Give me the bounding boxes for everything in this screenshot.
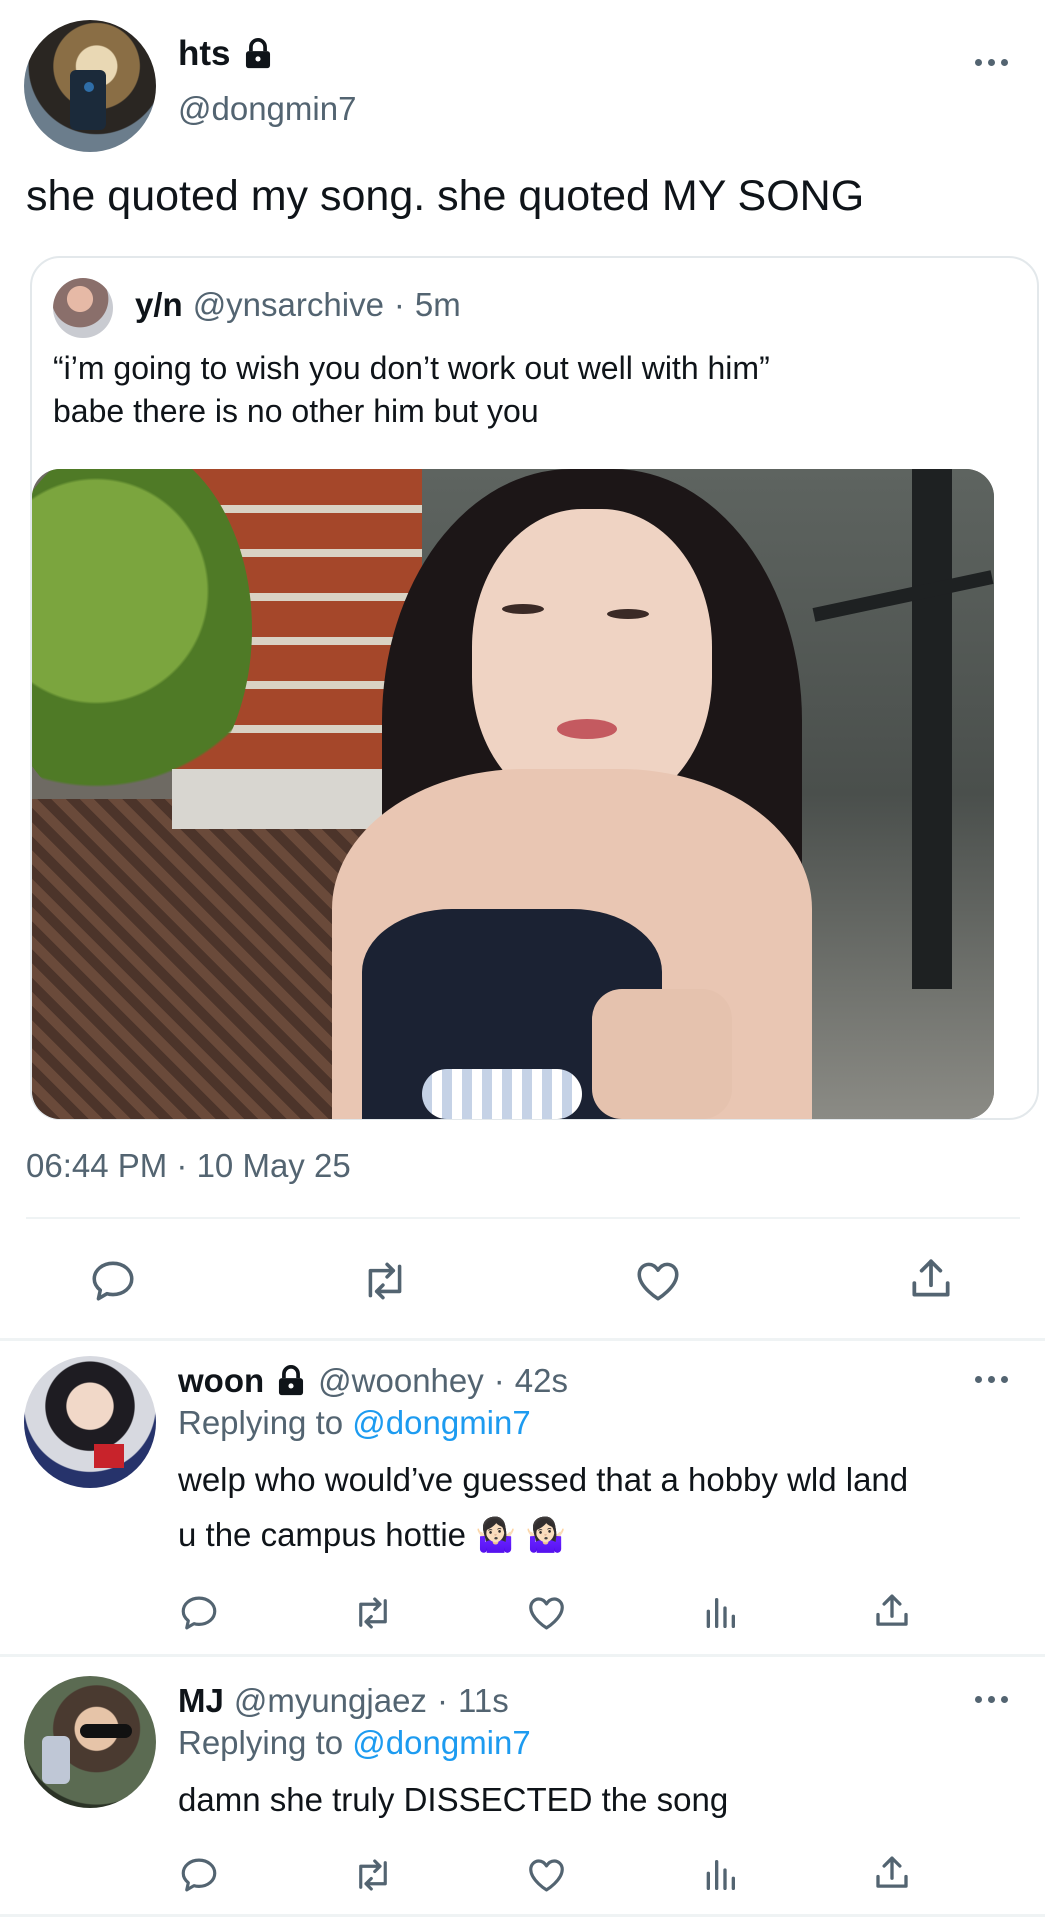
reply-time: 11s	[457, 1682, 509, 1719]
reply-button[interactable]	[88, 1256, 138, 1306]
heart-icon	[529, 1859, 564, 1892]
retweet-button[interactable]	[350, 1592, 396, 1634]
reply-button[interactable]	[178, 1854, 220, 1896]
reply-separator: ·	[436, 1682, 448, 1719]
more-options-button[interactable]	[975, 59, 1008, 66]
reply-handle[interactable]: @myungjaez	[234, 1682, 427, 1720]
like-button[interactable]	[525, 1854, 568, 1896]
retweet-icon	[359, 1597, 387, 1629]
more-options-button[interactable]	[975, 1376, 1008, 1383]
share-icon	[876, 1856, 908, 1888]
replying-to-handle[interactable]: @dongmin7	[352, 1404, 530, 1441]
heart-icon	[637, 1262, 679, 1301]
quoted-author-avatar	[53, 278, 113, 338]
reply-avatar[interactable]	[24, 1356, 156, 1488]
section-divider	[0, 1338, 1045, 1341]
lock-icon	[274, 1364, 308, 1398]
more-icon	[975, 1376, 982, 1383]
like-button[interactable]	[632, 1256, 684, 1306]
reply-button[interactable]	[178, 1592, 220, 1634]
more-icon	[975, 1696, 982, 1703]
retweet-button[interactable]	[357, 1256, 413, 1306]
quoted-separator: ·	[393, 286, 405, 323]
more-options-button[interactable]	[975, 1696, 1008, 1703]
retweet-button[interactable]	[350, 1854, 396, 1896]
quoted-time: 5m	[414, 286, 461, 323]
views-button[interactable]	[700, 1592, 740, 1634]
quoted-text-line-1: “i’m going to wish you don’t work out we…	[53, 350, 770, 386]
reply-avatar[interactable]	[24, 1676, 156, 1808]
author-avatar[interactable]	[24, 20, 156, 152]
quoted-text-line-2: babe there is no other him but you	[53, 393, 539, 429]
reply-text-line-1: damn she truly DISSECTED the song	[178, 1781, 729, 1818]
timestamp-divider	[26, 1217, 1020, 1219]
author-handle[interactable]: @dongmin7	[178, 90, 356, 128]
views-button[interactable]	[700, 1854, 740, 1896]
reply-separator: ·	[493, 1362, 505, 1399]
reply-divider	[0, 1654, 1045, 1657]
like-button[interactable]	[525, 1592, 568, 1634]
reply-icon	[181, 1596, 217, 1630]
replying-to-handle[interactable]: @dongmin7	[352, 1724, 530, 1761]
replying-to-label: Replying to	[178, 1724, 344, 1761]
reply-text-line-1: welp who would’ve guessed that a hobby w…	[178, 1461, 909, 1498]
tweet-text: she quoted my song. she quoted MY SONG	[26, 172, 865, 220]
views-icon	[706, 1598, 735, 1628]
retweet-icon	[359, 1859, 387, 1891]
share-button[interactable]	[871, 1590, 913, 1632]
bottom-divider	[0, 1914, 1045, 1917]
reply-icon	[92, 1261, 134, 1301]
quoted-tweet-photo[interactable]	[32, 469, 994, 1119]
reply-icon	[181, 1858, 217, 1892]
share-button[interactable]	[871, 1852, 913, 1894]
more-icon	[975, 59, 982, 66]
replying-to-label: Replying to	[178, 1404, 344, 1441]
reply-handle[interactable]: @woonhey	[318, 1362, 484, 1400]
reply-time: 42s	[514, 1362, 568, 1399]
heart-icon	[529, 1597, 564, 1630]
quoted-handle: @ynsarchive	[192, 286, 384, 323]
tweet-timestamp: 06:44 PM · 10 May 25	[26, 1147, 351, 1184]
reply-display-name[interactable]: MJ	[178, 1682, 224, 1720]
reply-display-name[interactable]: woon	[178, 1362, 264, 1400]
share-icon	[912, 1259, 950, 1297]
retweet-icon	[368, 1262, 402, 1300]
views-icon	[706, 1860, 735, 1890]
reply-text-line-2: u the campus hottie 🤷🏻‍♀️ 🤷🏻‍♀️	[178, 1516, 567, 1553]
share-icon	[876, 1594, 908, 1626]
author-display-name[interactable]: hts	[178, 34, 231, 74]
share-button[interactable]	[906, 1254, 956, 1304]
quoted-display-name: y/n	[135, 286, 183, 323]
lock-icon	[241, 37, 275, 71]
